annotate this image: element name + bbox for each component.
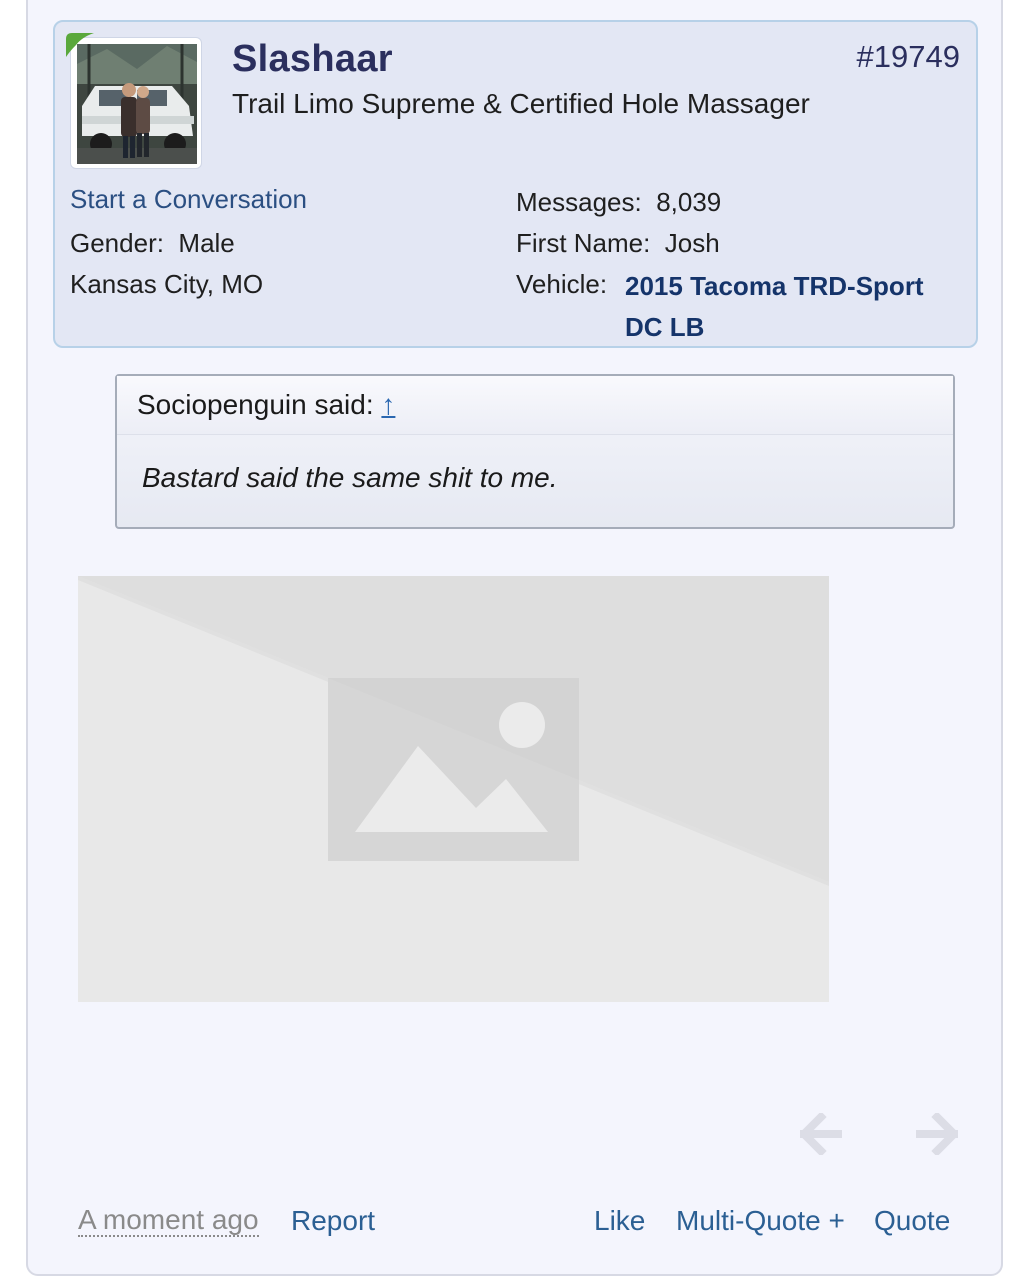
gender-label: Gender: [70, 228, 164, 258]
messages-value: 8,039 [656, 187, 722, 217]
user-avatar-photo [77, 44, 197, 164]
start-conversation-label[interactable]: Start a Conversation [70, 184, 307, 214]
quote-header: Sociopenguin said: ↑ [117, 376, 953, 435]
image-placeholder-icon [78, 576, 829, 1002]
arrow-left-icon[interactable] [800, 1113, 842, 1155]
gender-value: Male [178, 228, 235, 258]
post-date[interactable]: A moment ago [78, 1205, 259, 1237]
attached-image[interactable] [78, 576, 829, 1002]
report-button[interactable]: Report [291, 1205, 375, 1237]
quote-block: Sociopenguin said: ↑ Bastard said the sa… [115, 374, 955, 529]
username[interactable]: Slashaar [232, 38, 393, 81]
gender-row: Gender: Male [70, 228, 235, 259]
quote-text: Bastard said the same shit to me. [142, 462, 558, 493]
like-button[interactable]: Like [594, 1205, 645, 1237]
quote-author: Sociopenguin said: [137, 389, 374, 420]
start-conversation-link[interactable]: Start a Conversation [70, 184, 307, 215]
quote-button[interactable]: Quote [874, 1205, 950, 1237]
user-info-card: Slashaar #19749 Trail Limo Supreme & Cer… [53, 20, 978, 348]
first-name-row: First Name: Josh [516, 228, 720, 259]
vehicle-link[interactable]: 2015 Tacoma TRD-Sport DC LB [625, 266, 955, 348]
online-indicator-icon [66, 33, 94, 57]
messages-row: Messages: 8,039 [516, 187, 721, 218]
first-name-label: First Name: [516, 228, 651, 258]
vehicle-label: Vehicle: [516, 269, 608, 299]
quote-jump-link[interactable]: ↑ [381, 389, 395, 420]
location: Kansas City, MO [70, 269, 264, 299]
avatar[interactable] [66, 33, 202, 169]
quote-attribution: Sociopenguin said: ↑ [137, 389, 395, 421]
first-name-value: Josh [664, 228, 720, 258]
multi-quote-button[interactable]: Multi-Quote + [676, 1205, 845, 1237]
post-number[interactable]: #19749 [857, 39, 960, 75]
arrow-right-icon[interactable] [916, 1113, 958, 1155]
messages-label: Messages: [516, 187, 642, 217]
user-title: Trail Limo Supreme & Certified Hole Mass… [232, 88, 810, 119]
